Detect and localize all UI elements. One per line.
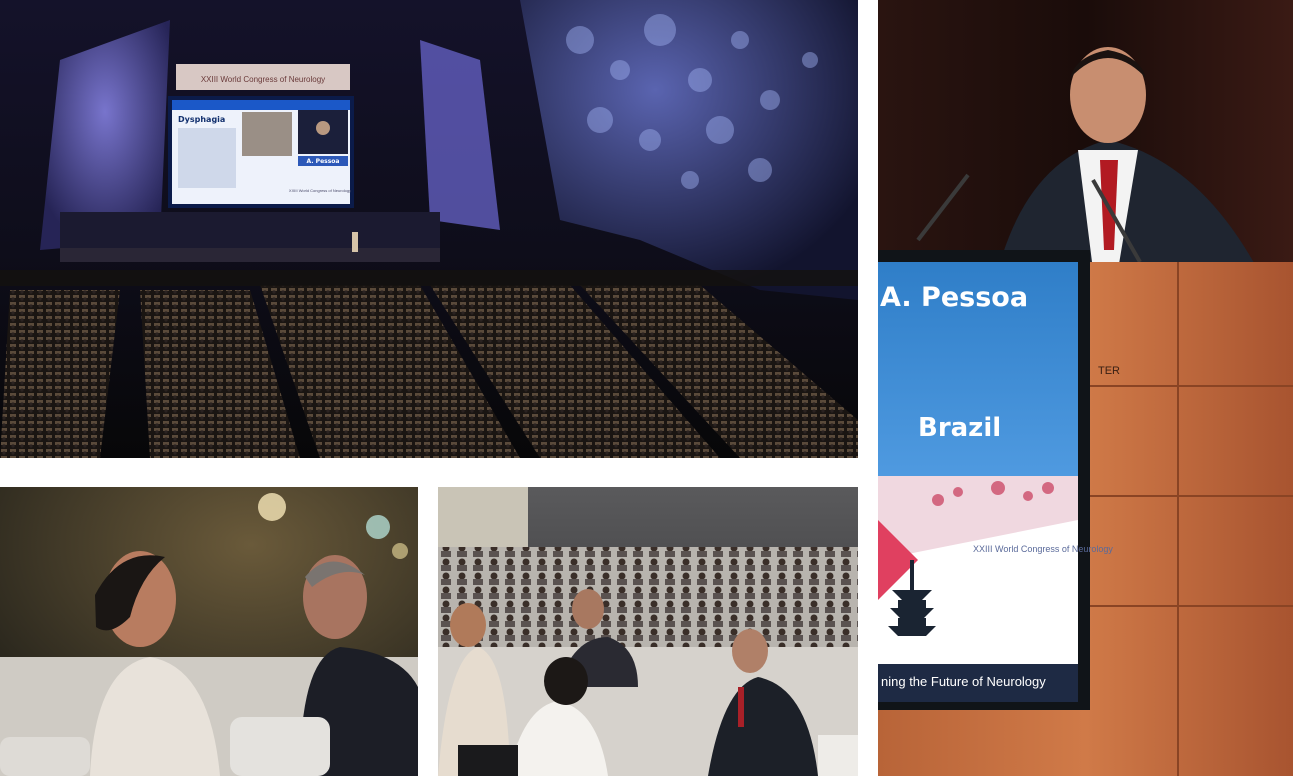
slide-title: Dysphagia bbox=[178, 115, 225, 124]
speaker-country: Brazil bbox=[918, 413, 1001, 443]
congress-name: XXIII World Congress of Neurology bbox=[973, 544, 1113, 554]
hall-banner-text: XXIII World Congress of Neurology bbox=[201, 75, 325, 84]
speaker-photo: TER A. Pessoa Brazil XXIII World Congres… bbox=[878, 0, 1293, 776]
audience-wide-photo bbox=[438, 487, 858, 776]
congress-tagline: ning the Future of Neurology bbox=[881, 674, 1046, 689]
podium-text: TER bbox=[1098, 365, 1120, 377]
conference-hall-photo: XXIII World Congress of Neurology Dyspha… bbox=[0, 0, 858, 458]
audience-closeup-photo bbox=[0, 487, 418, 776]
slide-speaker-name: A. Pessoa bbox=[307, 158, 340, 165]
speaker-name: A. Pessoa bbox=[880, 282, 1028, 313]
slide-logo-text: XXIII World Congress of Neurology bbox=[289, 188, 351, 193]
